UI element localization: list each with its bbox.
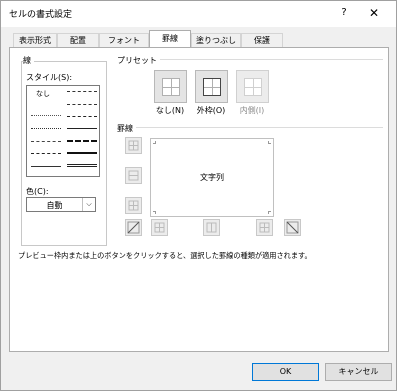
title-bar[interactable]: セルの書式設定 ? ✕ [1,1,396,27]
line-style-option[interactable] [31,166,61,167]
preset-inside-button[interactable] [236,70,269,103]
border-divider [117,127,383,128]
tab-alignment[interactable]: 配置 [57,33,99,47]
border-right-button[interactable] [256,219,273,236]
color-label: 色(C): [26,186,52,197]
preset-outline-label: 外枠(O) [196,106,226,115]
line-style-option[interactable] [67,140,97,142]
preview-corner [153,211,156,214]
cancel-button[interactable]: キャンセル [325,363,392,381]
border-right-icon [259,222,270,233]
color-dropdown[interactable]: 自動 ⌵ [26,197,96,212]
border-top-icon [128,140,139,151]
tab-fill[interactable]: 塗りつぶし [191,33,241,47]
preset-inside-icon [244,78,262,96]
tab-protection[interactable]: 保護 [241,33,283,47]
style-label: スタイル(S): [26,72,76,83]
line-style-option[interactable] [31,141,61,142]
ok-button[interactable]: OK [252,363,319,381]
preview-corner [268,141,271,144]
line-style-option[interactable] [67,91,97,92]
preview-sample-text: 文字列 [200,173,224,182]
tab-number[interactable]: 表示形式 [13,33,57,47]
preview-corner [153,141,156,144]
preset-outline-icon [203,78,221,96]
line-style-option[interactable] [67,128,97,129]
border-top-button[interactable] [125,137,142,154]
line-style-option[interactable] [67,116,97,117]
line-style-none[interactable]: なし [36,89,50,99]
line-style-option[interactable] [31,115,61,116]
line-section-title: 線 [23,55,34,66]
help-button[interactable]: ? [337,4,351,22]
preset-inside-label: 内側(I) [239,106,265,115]
border-inside-horizontal-icon [128,170,139,181]
preset-outline-button[interactable] [195,70,228,103]
border-inside-vertical-button[interactable] [203,219,220,236]
preset-none-label: なし(N) [155,106,185,115]
border-left-icon [154,222,165,233]
diagonal-down-icon [286,221,299,234]
instruction-text: プレビュー枠内または上のボタンをクリックすると、選択した罫線の種類が適用されます… [18,251,312,260]
color-value: 自動 [46,201,63,210]
line-style-option[interactable] [67,164,97,167]
border-diagonal-down-button[interactable] [284,219,301,236]
tab-font[interactable]: フォント [99,33,149,47]
border-diagonal-up-button[interactable] [125,219,142,236]
tab-border[interactable]: 罫線 [149,30,191,47]
border-inside-horizontal-button[interactable] [125,167,142,184]
line-style-option[interactable] [31,153,61,154]
border-bottom-button[interactable] [125,197,142,214]
border-preview[interactable]: 文字列 [150,138,274,217]
border-inside-vertical-icon [206,222,217,233]
preview-corner [268,211,271,214]
preset-none-icon [162,78,180,96]
line-style-option[interactable] [67,152,97,154]
close-button[interactable]: ✕ [363,4,385,22]
chevron-down-icon[interactable]: ⌵ [82,198,95,211]
line-style-option[interactable] [67,104,97,105]
dialog-title: セルの書式設定 [9,10,73,20]
format-cells-dialog: セルの書式設定 ? ✕ 表示形式 配置 フォント 罫線 塗りつぶし 保護 線 ス… [0,0,397,391]
diagonal-up-icon [127,221,140,234]
border-bottom-icon [128,200,139,211]
preset-none-button[interactable] [154,70,187,103]
preset-section-title: プリセット [117,55,160,66]
border-left-button[interactable] [151,219,168,236]
line-style-list[interactable]: なし [26,85,100,177]
border-section-title: 罫線 [117,123,136,134]
line-style-option[interactable] [31,128,61,129]
